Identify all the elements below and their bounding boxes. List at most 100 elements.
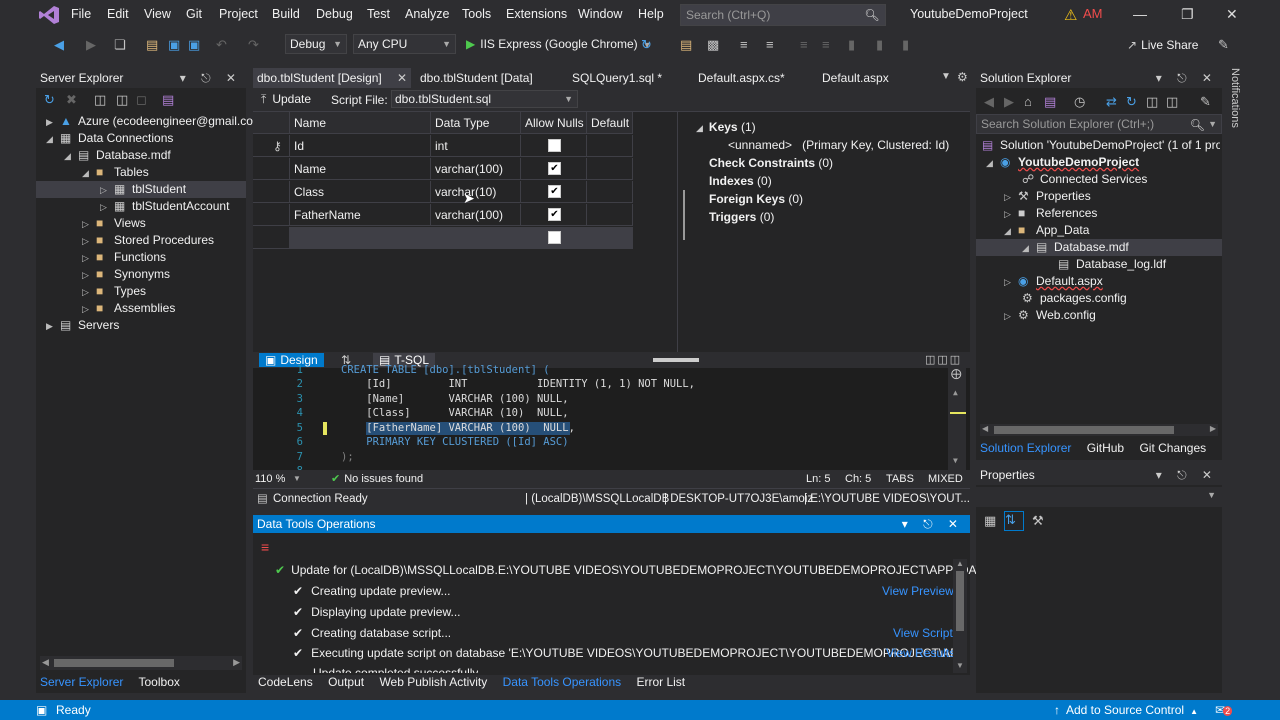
menu-test[interactable]: Test (367, 7, 390, 21)
pending-changes-icon[interactable]: ◷ (1074, 94, 1085, 110)
tab-github[interactable]: GitHub (1087, 441, 1124, 455)
properties-icon[interactable]: ✎ (1200, 94, 1211, 110)
tab-output[interactable]: Output (328, 675, 364, 689)
panel-buttons[interactable]: ▾ ⎋ ✕ (1156, 68, 1218, 88)
maximize-icon[interactable]: ❐ (1181, 6, 1194, 23)
layout-buttons-icon[interactable]: ◫◫◫ (925, 353, 962, 366)
tab-toolbox[interactable]: Toolbox (139, 675, 180, 689)
tree-item-default-aspx[interactable]: ▷ ◉ Default.aspx (1004, 273, 1103, 290)
save-all-icon[interactable]: ▣ (188, 37, 200, 53)
scroll-up-icon[interactable]: ▲ (953, 388, 958, 397)
stop-icon[interactable]: ✖ (66, 92, 77, 108)
tree-item-tblstudent[interactable]: ▷ ▦ tblStudent (36, 181, 246, 198)
tree-item-database-mdf[interactable]: ◢ ▤ Database.mdf (64, 147, 171, 164)
tree-item-azure[interactable]: ▶ ▲ Azure (ecodeengineer@gmail.co (46, 113, 253, 130)
cell-default[interactable] (587, 181, 633, 203)
panel-buttons[interactable]: ▾ ⎋ ✕ (180, 68, 242, 88)
cell-name[interactable]: Name (290, 158, 431, 180)
refresh-icon[interactable]: ↻ (1126, 94, 1137, 110)
tree-item-synonyms[interactable]: ▷ ■ Synonyms (82, 266, 170, 283)
scrollbar-thumb[interactable] (956, 571, 964, 631)
char-indicator[interactable]: Ch: 5 (845, 470, 871, 488)
config-dropdown[interactable]: Debug ▼ (285, 34, 347, 54)
tab-solution-explorer[interactable]: Solution Explorer (980, 441, 1071, 455)
redo-icon[interactable]: ↷ (248, 37, 259, 53)
allow-nulls-checkbox[interactable] (548, 231, 561, 244)
tree-item-stored-procedures[interactable]: ▷ ■ Stored Procedures (82, 232, 214, 249)
view-preview-link[interactable]: View Preview (882, 584, 954, 598)
tree-item-properties[interactable]: ▷ ⚒ Properties (1004, 188, 1091, 205)
cell-name[interactable]: Id (290, 135, 431, 157)
tree-item-project[interactable]: ◢ ◉ YoutubeDemoProject (986, 154, 1139, 171)
show-all-files-icon[interactable]: ◫ (1166, 94, 1178, 110)
bookmark-next-icon[interactable]: ▮ (902, 37, 909, 53)
cell-type[interactable]: int (431, 135, 521, 157)
tree-item-packages-config[interactable]: ⚙ packages.config (1022, 290, 1127, 307)
undo-icon[interactable]: ↶ (216, 37, 227, 53)
close-icon[interactable]: ✕ (397, 68, 407, 88)
panel-buttons[interactable]: ▾ ⎋ ✕ (902, 515, 964, 533)
cell-type[interactable]: varchar(100) (431, 204, 521, 226)
live-share-button[interactable]: ↗ Live Share (1127, 38, 1198, 52)
tree-item-database-log[interactable]: ▤ Database_log.ldf (1058, 256, 1166, 273)
new-item-icon[interactable]: ❏ (114, 37, 126, 53)
switch-views-icon[interactable]: ▤ (1044, 94, 1056, 110)
platform-dropdown[interactable]: Any CPU ▼ (353, 34, 456, 54)
row-selector[interactable] (253, 227, 290, 249)
outdent-icon[interactable]: ≡ (822, 37, 830, 52)
cell-default[interactable] (587, 227, 633, 249)
scroll-right-icon[interactable]: ▶ (233, 657, 240, 668)
refresh-icon[interactable]: ↻ (641, 37, 652, 53)
sync-icon[interactable]: ⇄ (1106, 94, 1117, 110)
issues-indicator[interactable]: ✔ No issues found (331, 470, 423, 488)
warning-icon[interactable]: ⚠ (1064, 6, 1077, 24)
allow-nulls-checkbox[interactable]: ✔ (548, 185, 561, 198)
tree-item-data-connections[interactable]: ◢ ▦ Data Connections (46, 130, 173, 147)
tab-tblstudent-design[interactable]: dbo.tblStudent [Design] ✕ (253, 68, 411, 88)
tree-item-solution[interactable]: ▤ Solution 'YoutubeDemoProject' (1 of 1 p… (982, 137, 1220, 154)
menu-tools[interactable]: Tools (462, 7, 491, 21)
tree-item-tables[interactable]: ◢ ■ Tables (82, 164, 149, 181)
horizontal-scrollbar[interactable]: ◀ ▶ (40, 656, 242, 670)
tree-item-tblstudentaccount[interactable]: ▷ ▦ tblStudentAccount (100, 198, 229, 215)
split-icon[interactable]: ⨁ (951, 368, 962, 380)
search-input[interactable]: Search (Ctrl+Q) 🔍︎ (680, 4, 886, 26)
add-to-source-control[interactable]: ↑ Add to Source Control ▲ (1054, 700, 1198, 720)
scroll-down-icon[interactable]: ▼ (953, 456, 958, 465)
menu-build[interactable]: Build (272, 7, 300, 21)
forward-icon[interactable]: ▶ (86, 37, 96, 53)
vertical-scrollbar[interactable]: ▲ ▼ (953, 559, 967, 673)
tab-default-aspx[interactable]: Default.aspx (818, 68, 889, 88)
cell-name[interactable] (290, 227, 431, 249)
cell-name[interactable]: Class (290, 181, 431, 203)
script-file-dropdown[interactable]: dbo.tblStudent.sql ▼ (391, 90, 578, 108)
home-icon[interactable]: ⌂ (1024, 94, 1032, 109)
bookmark-prev-icon[interactable]: ▮ (876, 37, 883, 53)
keys-group[interactable]: ◢ Keys (1) (696, 120, 756, 134)
indexes-group[interactable]: Indexes (0) (709, 174, 772, 188)
scroll-right-icon[interactable]: ▶ (1210, 424, 1216, 433)
check-constraints-group[interactable]: Check Constraints (0) (709, 156, 833, 170)
connect-database-icon[interactable]: ◫ (94, 92, 106, 108)
menu-extensions[interactable]: Extensions (506, 7, 567, 21)
tree-item-assemblies[interactable]: ▷ ■ Assemblies (82, 300, 175, 317)
view-results-link[interactable]: View Results (886, 646, 955, 660)
update-button[interactable]: ⤒ Update (261, 92, 311, 107)
tabs-indicator[interactable]: TABS (886, 470, 914, 488)
menu-window[interactable]: Window (578, 7, 622, 21)
minimize-icon[interactable]: — (1133, 6, 1147, 22)
cell-default[interactable] (587, 204, 633, 226)
tab-tblstudent-data[interactable]: dbo.tblStudent [Data] (416, 68, 533, 88)
tree-item-references[interactable]: ▷ ■ References (1004, 205, 1097, 222)
forward-icon[interactable]: ▶ (1004, 94, 1014, 110)
tree-item-web-config[interactable]: ▷ ⚙ Web.config (1004, 307, 1096, 324)
cell-type[interactable] (431, 227, 521, 249)
comment-icon[interactable]: ≡ (766, 37, 774, 52)
notification-bell[interactable]: ✉2 (1215, 700, 1233, 720)
tree-item-types[interactable]: ▷ ■ Types (82, 283, 146, 300)
solution-search-input[interactable]: Search Solution Explorer (Ctrl+;) 🔍︎ ▼ (976, 114, 1222, 134)
cell-default[interactable] (587, 135, 633, 157)
menu-project[interactable]: Project (219, 7, 258, 21)
menu-analyze[interactable]: Analyze (405, 7, 449, 21)
notifications-sidebar[interactable]: Notifications (1226, 68, 1246, 168)
